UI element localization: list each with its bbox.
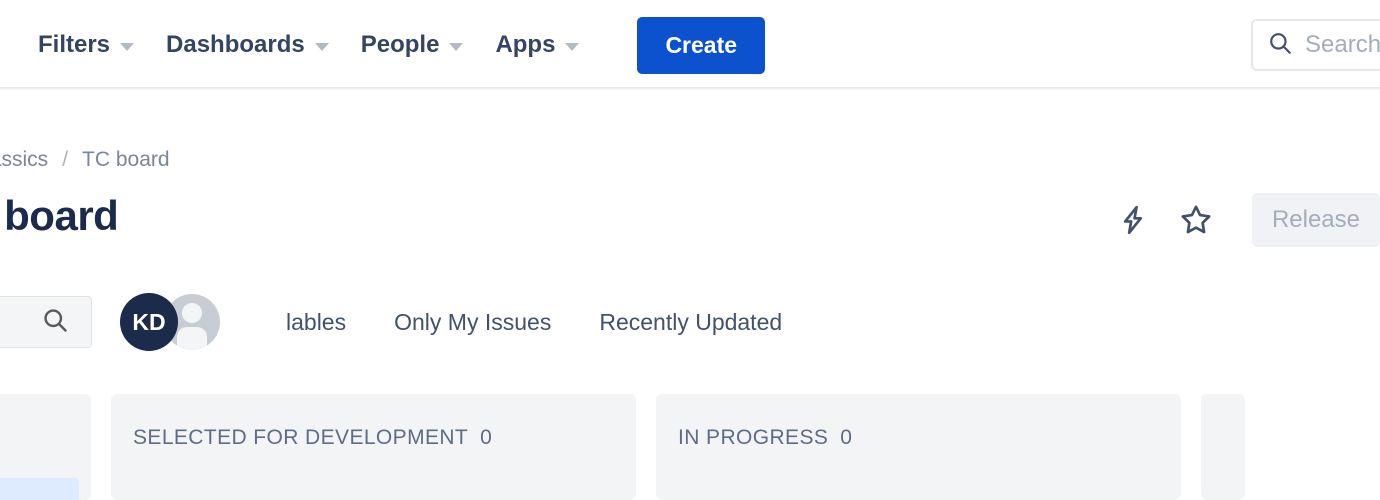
nav-item-label: Apps <box>495 31 555 59</box>
search-icon <box>41 306 69 339</box>
nav-items: Filters Dashboards People Apps Create <box>0 17 765 74</box>
board-search-input[interactable] <box>0 296 92 348</box>
chevron-down-icon <box>315 43 329 51</box>
column-title: SELECTED FOR DEVELOPMENT <box>133 426 468 450</box>
avatar-body-shape <box>177 327 207 350</box>
board-column-in-progress[interactable]: IN PROGRESS 0 <box>656 394 1181 500</box>
nav-item-dashboards[interactable]: Dashboards <box>150 23 345 67</box>
jira-board-screen: Filters Dashboards People Apps Create <box>0 0 1380 500</box>
column-count: 0 <box>840 426 852 450</box>
filter-chip-recently-updated[interactable]: Recently Updated <box>575 299 806 346</box>
nav-item-label: Filters <box>38 31 110 59</box>
global-search-box[interactable]: Search <box>1251 19 1380 71</box>
column-header: IN PROGRESS 0 <box>678 426 1159 450</box>
page-title-actions: Release <box>1116 193 1380 247</box>
top-navigation-bar: Filters Dashboards People Apps Create <box>0 0 1380 90</box>
avatar-initials: KD <box>132 309 165 336</box>
nav-item-apps[interactable]: Apps <box>479 23 595 67</box>
board-column-selected-for-development[interactable]: SELECTED FOR DEVELOPMENT 0 <box>111 394 636 500</box>
avatar-kd[interactable]: KD <box>120 293 178 351</box>
nav-item-filters[interactable]: Filters <box>22 23 150 67</box>
column-header: SELECTED FOR DEVELOPMENT 0 <box>133 426 614 450</box>
nav-item-people[interactable]: People <box>345 23 480 67</box>
avatar-group: KD <box>120 296 220 348</box>
board-columns: SELECTED FOR DEVELOPMENT 0 IN PROGRESS 0 <box>0 394 1380 500</box>
chevron-down-icon <box>449 43 463 51</box>
column-count: 0 <box>480 426 492 450</box>
breadcrumb-separator: / <box>62 148 68 172</box>
filter-chips: lables Only My Issues Recently Updated <box>262 296 806 348</box>
board-column-backlog[interactable] <box>0 394 91 500</box>
board-card[interactable] <box>0 478 79 500</box>
lightning-bolt-icon[interactable] <box>1116 203 1150 237</box>
page-title: TC board <box>0 192 118 240</box>
board-column-done[interactable] <box>1201 394 1245 500</box>
nav-item-label: Dashboards <box>166 31 305 59</box>
chevron-down-icon <box>565 43 579 51</box>
board-filter-bar: KD lables Only My Issues Recently Update… <box>0 296 1380 352</box>
global-search-placeholder: Search <box>1305 31 1380 59</box>
breadcrumb: Classics / TC board <box>0 148 170 172</box>
release-button[interactable]: Release <box>1252 193 1380 247</box>
breadcrumb-item-tc-board[interactable]: TC board <box>82 148 170 172</box>
breadcrumb-item-classics[interactable]: Classics <box>0 148 48 172</box>
column-title: IN PROGRESS <box>678 426 828 450</box>
create-button[interactable]: Create <box>637 17 765 74</box>
filter-chip-labels[interactable]: lables <box>262 299 370 346</box>
star-icon[interactable] <box>1178 202 1214 238</box>
filter-chip-only-my-issues[interactable]: Only My Issues <box>370 299 575 346</box>
chevron-down-icon <box>120 43 134 51</box>
nav-item-label: People <box>361 31 440 59</box>
search-icon <box>1267 30 1293 61</box>
avatar-head-shape <box>182 303 202 323</box>
